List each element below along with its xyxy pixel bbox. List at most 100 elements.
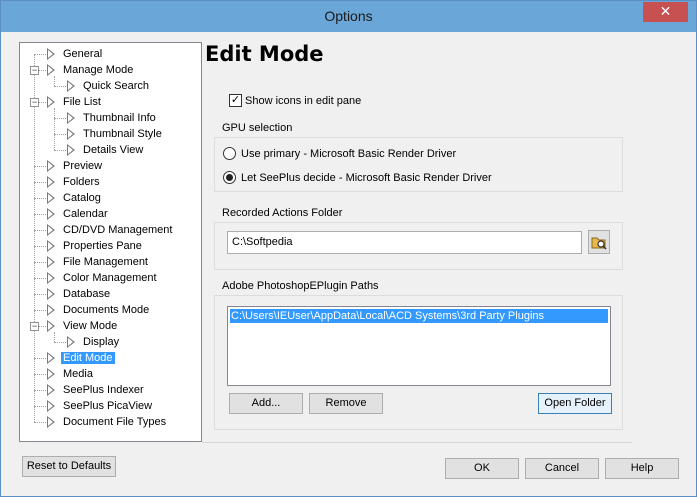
tree-item-label: Thumbnail Info <box>83 112 156 124</box>
cancel-button[interactable]: Cancel <box>525 458 599 479</box>
tree-item-folders[interactable]: Folders <box>47 174 102 190</box>
reset-defaults-button[interactable]: Reset to Defaults <box>22 456 116 477</box>
tree-item-properties-pane[interactable]: Properties Pane <box>47 238 144 254</box>
recorded-actions-path-input[interactable]: C:\Softpedia <box>227 231 582 254</box>
tree-item-quick-search[interactable]: Quick Search <box>67 78 151 94</box>
triangle-icon <box>47 48 57 60</box>
tree-item-database[interactable]: Database <box>47 286 112 302</box>
tree-item-label: Database <box>63 288 111 300</box>
tree-item-label: Details View <box>83 144 144 156</box>
list-item[interactable]: C:\Users\IEUser\AppData\Local\ACD System… <box>230 309 608 323</box>
tree-item-label: Documents Mode <box>63 304 150 316</box>
tree-item-label: Preview <box>63 160 103 172</box>
tree-item-label: Calendar <box>63 208 108 220</box>
options-tree[interactable]: General − Manage Mode Quick Search − File Lis… <box>19 42 202 442</box>
tree-connector <box>34 182 46 183</box>
options-dialog: Options ✕ General − Manage Mode Quick Searc… <box>0 0 697 497</box>
tree-item-thumbnail-style[interactable]: Thumbnail Style <box>67 126 164 142</box>
close-button[interactable]: ✕ <box>643 2 688 22</box>
triangle-icon <box>47 400 57 412</box>
tree-item-manage-mode[interactable]: Manage Mode <box>47 62 135 78</box>
tree-connector <box>34 406 46 407</box>
tree-item-display[interactable]: Display <box>67 334 121 350</box>
gpu-option-auto-radio[interactable] <box>223 171 236 184</box>
tree-connector <box>34 358 46 359</box>
triangle-icon <box>47 256 57 268</box>
tree-item-label: File List <box>63 96 101 108</box>
tree-expander-icon[interactable]: − <box>30 322 39 331</box>
tree-connector <box>54 86 66 87</box>
triangle-icon <box>47 352 57 364</box>
gpu-option-auto-label[interactable]: Let SeePlus decide - Microsoft Basic Ren… <box>241 172 492 184</box>
tree-item-preview[interactable]: Preview <box>47 158 104 174</box>
tree-item-label: Properties Pane <box>63 240 142 252</box>
tree-item-view-mode[interactable]: View Mode <box>47 318 119 334</box>
tree-item-calendar[interactable]: Calendar <box>47 206 110 222</box>
gpu-group-label: GPU selection <box>222 122 293 134</box>
tree-connector <box>34 54 35 422</box>
tree-item-details-view[interactable]: Details View <box>67 142 145 158</box>
help-button[interactable]: Help <box>605 458 679 479</box>
tree-item-label: Folders <box>63 176 100 188</box>
triangle-icon <box>47 160 57 172</box>
show-icons-label[interactable]: Show icons in edit pane <box>245 95 361 107</box>
tree-item-label: Thumbnail Style <box>83 128 162 140</box>
open-folder-button[interactable]: Open Folder <box>538 393 612 414</box>
tree-item-seeplus-indexer[interactable]: SeePlus Indexer <box>47 382 146 398</box>
recorded-actions-label: Recorded Actions Folder <box>222 207 343 219</box>
tree-connector <box>34 310 46 311</box>
tree-item-documents-mode[interactable]: Documents Mode <box>47 302 151 318</box>
tree-item-media[interactable]: Media <box>47 366 95 382</box>
tree-item-edit-mode[interactable]: Edit Mode <box>47 350 115 366</box>
tree-item-general[interactable]: General <box>47 46 104 62</box>
tree-item-color-management[interactable]: Color Management <box>47 270 159 286</box>
triangle-icon <box>47 368 57 380</box>
triangle-icon <box>47 416 57 428</box>
tree-connector <box>34 262 46 263</box>
add-path-button[interactable]: Add... <box>229 393 303 414</box>
tree-item-label: Manage Mode <box>63 64 134 76</box>
tree-connector <box>34 374 46 375</box>
tree-item-file-management[interactable]: File Management <box>47 254 150 270</box>
tree-connector <box>34 294 46 295</box>
triangle-icon <box>47 384 57 396</box>
divider <box>202 442 632 443</box>
triangle-icon <box>47 240 57 252</box>
checkmark-icon: ✓ <box>230 94 241 106</box>
tree-connector <box>54 342 66 343</box>
plugin-paths-list[interactable]: C:\Users\IEUser\AppData\Local\ACD System… <box>227 306 611 386</box>
triangle-icon <box>67 336 77 348</box>
tree-item-seeplus-picaview[interactable]: SeePlus PicaView <box>47 398 154 414</box>
tree-item-document-file-types[interactable]: Document File Types <box>47 414 168 430</box>
tree-connector <box>34 390 46 391</box>
gpu-option-primary-label[interactable]: Use primary - Microsoft Basic Render Dri… <box>241 148 456 160</box>
tree-connector <box>34 198 46 199</box>
browse-folder-button[interactable] <box>588 230 610 254</box>
tree-expander-icon[interactable]: − <box>30 98 39 107</box>
gpu-option-primary-radio[interactable] <box>223 147 236 160</box>
recorded-actions-group: C:\Softpedia <box>214 222 623 270</box>
radio-selected-dot <box>226 174 233 181</box>
tree-expander-icon[interactable]: − <box>30 66 39 75</box>
tree-item-file-list[interactable]: File List <box>47 94 103 110</box>
tree-item-label: File Management <box>63 256 148 268</box>
ok-button[interactable]: OK <box>445 458 519 479</box>
triangle-icon <box>47 208 57 220</box>
tree-connector <box>34 246 46 247</box>
triangle-icon <box>47 192 57 204</box>
tree-connector <box>34 214 46 215</box>
plugin-paths-label: Adobe PhotoshopEPlugin Paths <box>222 280 379 292</box>
tree-connector <box>34 54 46 55</box>
tree-connector <box>34 166 46 167</box>
tree-item-label: Display <box>83 336 120 348</box>
tree-item-label: Document File Types <box>63 416 167 428</box>
tree-item-catalog[interactable]: Catalog <box>47 190 103 206</box>
triangle-icon <box>47 320 57 332</box>
show-icons-checkbox[interactable]: ✓ <box>229 94 242 107</box>
triangle-icon <box>67 144 77 156</box>
tree-item-thumbnail-info[interactable]: Thumbnail Info <box>67 110 158 126</box>
remove-path-button[interactable]: Remove <box>309 393 383 414</box>
tree-item-cd-dvd-management[interactable]: CD/DVD Management <box>47 222 174 238</box>
triangle-icon <box>47 272 57 284</box>
tree-connector <box>34 422 46 423</box>
